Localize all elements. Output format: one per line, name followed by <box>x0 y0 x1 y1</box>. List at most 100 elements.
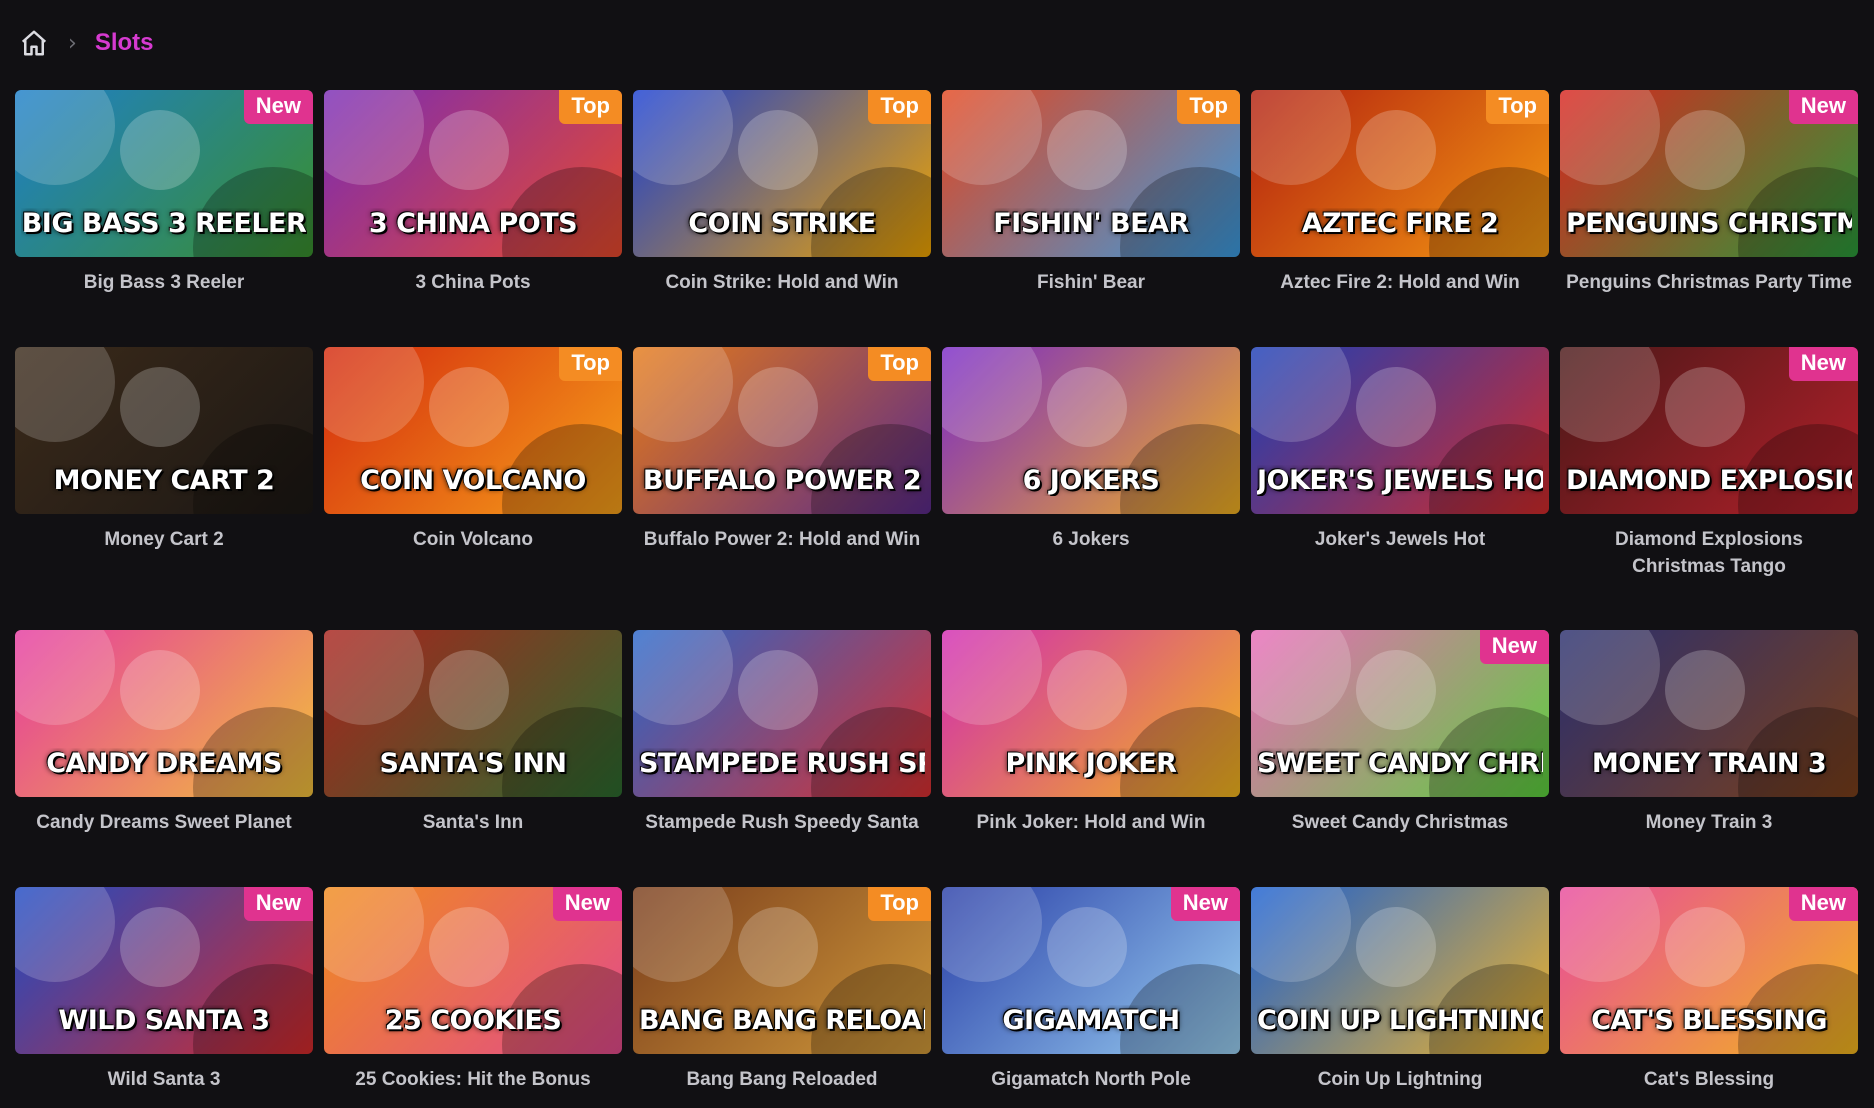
thumbnail-artwork <box>15 630 115 725</box>
game-card[interactable]: PENGUINS CHRISTMAS New Penguins Christmas … <box>1560 90 1858 296</box>
thumbnail-artwork <box>1251 887 1351 982</box>
game-thumbnail[interactable]: SWEET CANDY CHRISTMAS New <box>1251 630 1549 797</box>
game-logo: SWEET CANDY CHRISTMAS <box>1257 748 1543 779</box>
thumbnail-artwork <box>1560 630 1660 725</box>
game-thumbnail[interactable]: MONEY TRAIN 3 <box>1560 630 1858 797</box>
game-card[interactable]: BANG BANG RELOADED Top Bang Bang Reloaded <box>633 887 931 1093</box>
game-title[interactable]: Candy Dreams Sweet Planet <box>15 809 313 836</box>
breadcrumb-current[interactable]: Slots <box>95 29 154 57</box>
game-thumbnail[interactable]: PINK JOKER <box>942 630 1240 797</box>
game-title[interactable]: Bang Bang Reloaded <box>633 1066 931 1093</box>
game-thumbnail[interactable]: STAMPEDE RUSH SPEEDY SANTA <box>633 630 931 797</box>
game-card[interactable]: MONEY CART 2 Money Cart 2 <box>15 347 313 553</box>
game-card[interactable]: 6 JOKERS 6 Jokers <box>942 347 1240 553</box>
thumbnail-artwork <box>324 90 424 185</box>
game-title[interactable]: Coin Strike: Hold and Win <box>633 269 931 296</box>
game-title[interactable]: Stampede Rush Speedy Santa <box>633 809 931 836</box>
game-thumbnail[interactable]: AZTEC FIRE 2 Top <box>1251 90 1549 257</box>
game-card[interactable]: DIAMOND EXPLOSIONS New Diamond Explosions … <box>1560 347 1858 580</box>
game-thumbnail[interactable]: BIG BASS 3 REELER New <box>15 90 313 257</box>
game-badge: Top <box>1486 90 1549 124</box>
game-card[interactable]: GIGAMATCH New Gigamatch North Pole <box>942 887 1240 1093</box>
game-title[interactable]: Money Cart 2 <box>15 526 313 553</box>
game-thumbnail[interactable]: COIN VOLCANO Top <box>324 347 622 514</box>
game-card[interactable]: SANTA'S INN Santa's Inn <box>324 630 622 836</box>
game-card[interactable]: COIN VOLCANO Top Coin Volcano <box>324 347 622 553</box>
game-card[interactable]: COIN UP LIGHTNING Coin Up Lightning <box>1251 887 1549 1093</box>
game-thumbnail[interactable]: COIN UP LIGHTNING <box>1251 887 1549 1054</box>
thumbnail-artwork <box>1560 347 1660 442</box>
game-thumbnail[interactable]: 25 COOKIES New <box>324 887 622 1054</box>
game-card[interactable]: 25 COOKIES New 25 Cookies: Hit the Bonus <box>324 887 622 1093</box>
game-card[interactable]: FISHIN' BEAR Top Fishin' Bear <box>942 90 1240 296</box>
game-title[interactable]: Sweet Candy Christmas <box>1251 809 1549 836</box>
game-thumbnail[interactable]: BUFFALO POWER 2 Top <box>633 347 931 514</box>
thumbnail-artwork <box>1665 367 1745 447</box>
game-card[interactable]: 3 CHINA POTS Top 3 China Pots <box>324 90 622 296</box>
game-card[interactable]: MONEY TRAIN 3 Money Train 3 <box>1560 630 1858 836</box>
game-badge: New <box>1788 347 1858 381</box>
game-thumbnail[interactable]: SANTA'S INN <box>324 630 622 797</box>
game-logo: JOKER'S JEWELS HOT <box>1257 465 1543 496</box>
game-title[interactable]: Santa's Inn <box>324 809 622 836</box>
game-card[interactable]: PINK JOKER Pink Joker: Hold and Win <box>942 630 1240 836</box>
thumbnail-artwork <box>1356 110 1436 190</box>
game-thumbnail[interactable]: CAT'S BLESSING New <box>1560 887 1858 1054</box>
game-card[interactable]: CANDY DREAMS Candy Dreams Sweet Planet <box>15 630 313 836</box>
game-thumbnail[interactable]: 3 CHINA POTS Top <box>324 90 622 257</box>
game-title[interactable]: 3 China Pots <box>324 269 622 296</box>
game-thumbnail[interactable]: DIAMOND EXPLOSIONS New <box>1560 347 1858 514</box>
thumbnail-artwork <box>1665 650 1745 730</box>
game-card[interactable]: BUFFALO POWER 2 Top Buffalo Power 2: Hold … <box>633 347 931 553</box>
game-badge: New <box>1170 887 1240 921</box>
home-icon[interactable] <box>18 27 50 59</box>
game-title[interactable]: Penguins Christmas Party Time <box>1560 269 1858 296</box>
game-card[interactable]: AZTEC FIRE 2 Top Aztec Fire 2: Hold and Wi… <box>1251 90 1549 296</box>
game-title[interactable]: Gigamatch North Pole <box>942 1066 1240 1093</box>
game-thumbnail[interactable]: GIGAMATCH New <box>942 887 1240 1054</box>
game-title[interactable]: Coin Up Lightning <box>1251 1066 1549 1093</box>
game-card[interactable]: COIN STRIKE Top Coin Strike: Hold and Win <box>633 90 931 296</box>
thumbnail-artwork <box>942 887 1042 982</box>
game-thumbnail[interactable]: COIN STRIKE Top <box>633 90 931 257</box>
game-title[interactable]: Aztec Fire 2: Hold and Win <box>1251 269 1549 296</box>
thumbnail-artwork <box>1047 110 1127 190</box>
game-logo: WILD SANTA 3 <box>58 1005 270 1036</box>
game-badge: New <box>552 887 622 921</box>
game-logo: BANG BANG RELOADED <box>639 1005 925 1036</box>
game-thumbnail[interactable]: 6 JOKERS <box>942 347 1240 514</box>
game-card[interactable]: CAT'S BLESSING New Cat's Blessing <box>1560 887 1858 1093</box>
game-thumbnail[interactable]: FISHIN' BEAR Top <box>942 90 1240 257</box>
game-title[interactable]: Pink Joker: Hold and Win <box>942 809 1240 836</box>
game-title[interactable]: Cat's Blessing <box>1560 1066 1858 1093</box>
game-thumbnail[interactable]: CANDY DREAMS <box>15 630 313 797</box>
game-thumbnail[interactable]: JOKER'S JEWELS HOT <box>1251 347 1549 514</box>
game-card[interactable]: JOKER'S JEWELS HOT Joker's Jewels Hot <box>1251 347 1549 553</box>
game-title[interactable]: Diamond Explosions Christmas Tango <box>1560 526 1858 580</box>
game-title[interactable]: Wild Santa 3 <box>15 1066 313 1093</box>
game-logo: DIAMOND EXPLOSIONS <box>1566 465 1852 496</box>
game-title[interactable]: Money Train 3 <box>1560 809 1858 836</box>
game-thumbnail[interactable]: WILD SANTA 3 New <box>15 887 313 1054</box>
game-title[interactable]: Fishin' Bear <box>942 269 1240 296</box>
game-logo: 3 CHINA POTS <box>368 208 578 239</box>
thumbnail-artwork <box>120 650 200 730</box>
game-card[interactable]: BIG BASS 3 REELER New Big Bass 3 Reeler <box>15 90 313 296</box>
game-title[interactable]: 6 Jokers <box>942 526 1240 553</box>
game-card[interactable]: STAMPEDE RUSH SPEEDY SANTA Stampede Rush … <box>633 630 931 836</box>
game-thumbnail[interactable]: BANG BANG RELOADED Top <box>633 887 931 1054</box>
game-title[interactable]: Coin Volcano <box>324 526 622 553</box>
game-title[interactable]: Joker's Jewels Hot <box>1251 526 1549 553</box>
thumbnail-artwork <box>738 650 818 730</box>
game-badge: New <box>1479 630 1549 664</box>
thumbnail-artwork <box>633 887 733 982</box>
game-card[interactable]: SWEET CANDY CHRISTMAS New Sweet Candy Chri… <box>1251 630 1549 836</box>
game-title[interactable]: 25 Cookies: Hit the Bonus <box>324 1066 622 1093</box>
game-logo: GIGAMATCH <box>1002 1005 1180 1036</box>
thumbnail-artwork <box>633 90 733 185</box>
game-thumbnail[interactable]: PENGUINS CHRISTMAS New <box>1560 90 1858 257</box>
game-title[interactable]: Big Bass 3 Reeler <box>15 269 313 296</box>
game-card[interactable]: WILD SANTA 3 New Wild Santa 3 <box>15 887 313 1093</box>
game-thumbnail[interactable]: MONEY CART 2 <box>15 347 313 514</box>
game-title[interactable]: Buffalo Power 2: Hold and Win <box>633 526 931 553</box>
